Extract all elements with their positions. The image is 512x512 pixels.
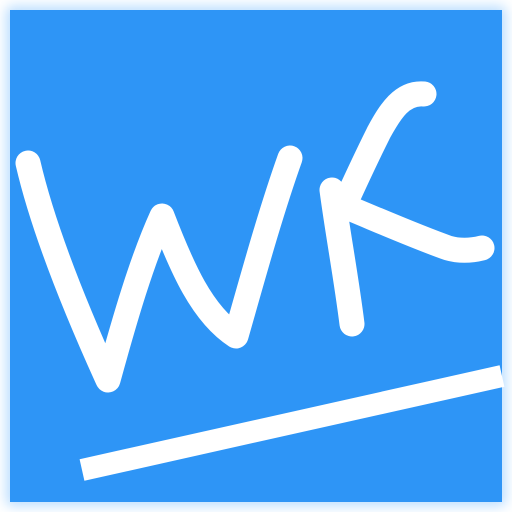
app-logo xyxy=(0,0,512,512)
logo-svg xyxy=(0,0,512,512)
